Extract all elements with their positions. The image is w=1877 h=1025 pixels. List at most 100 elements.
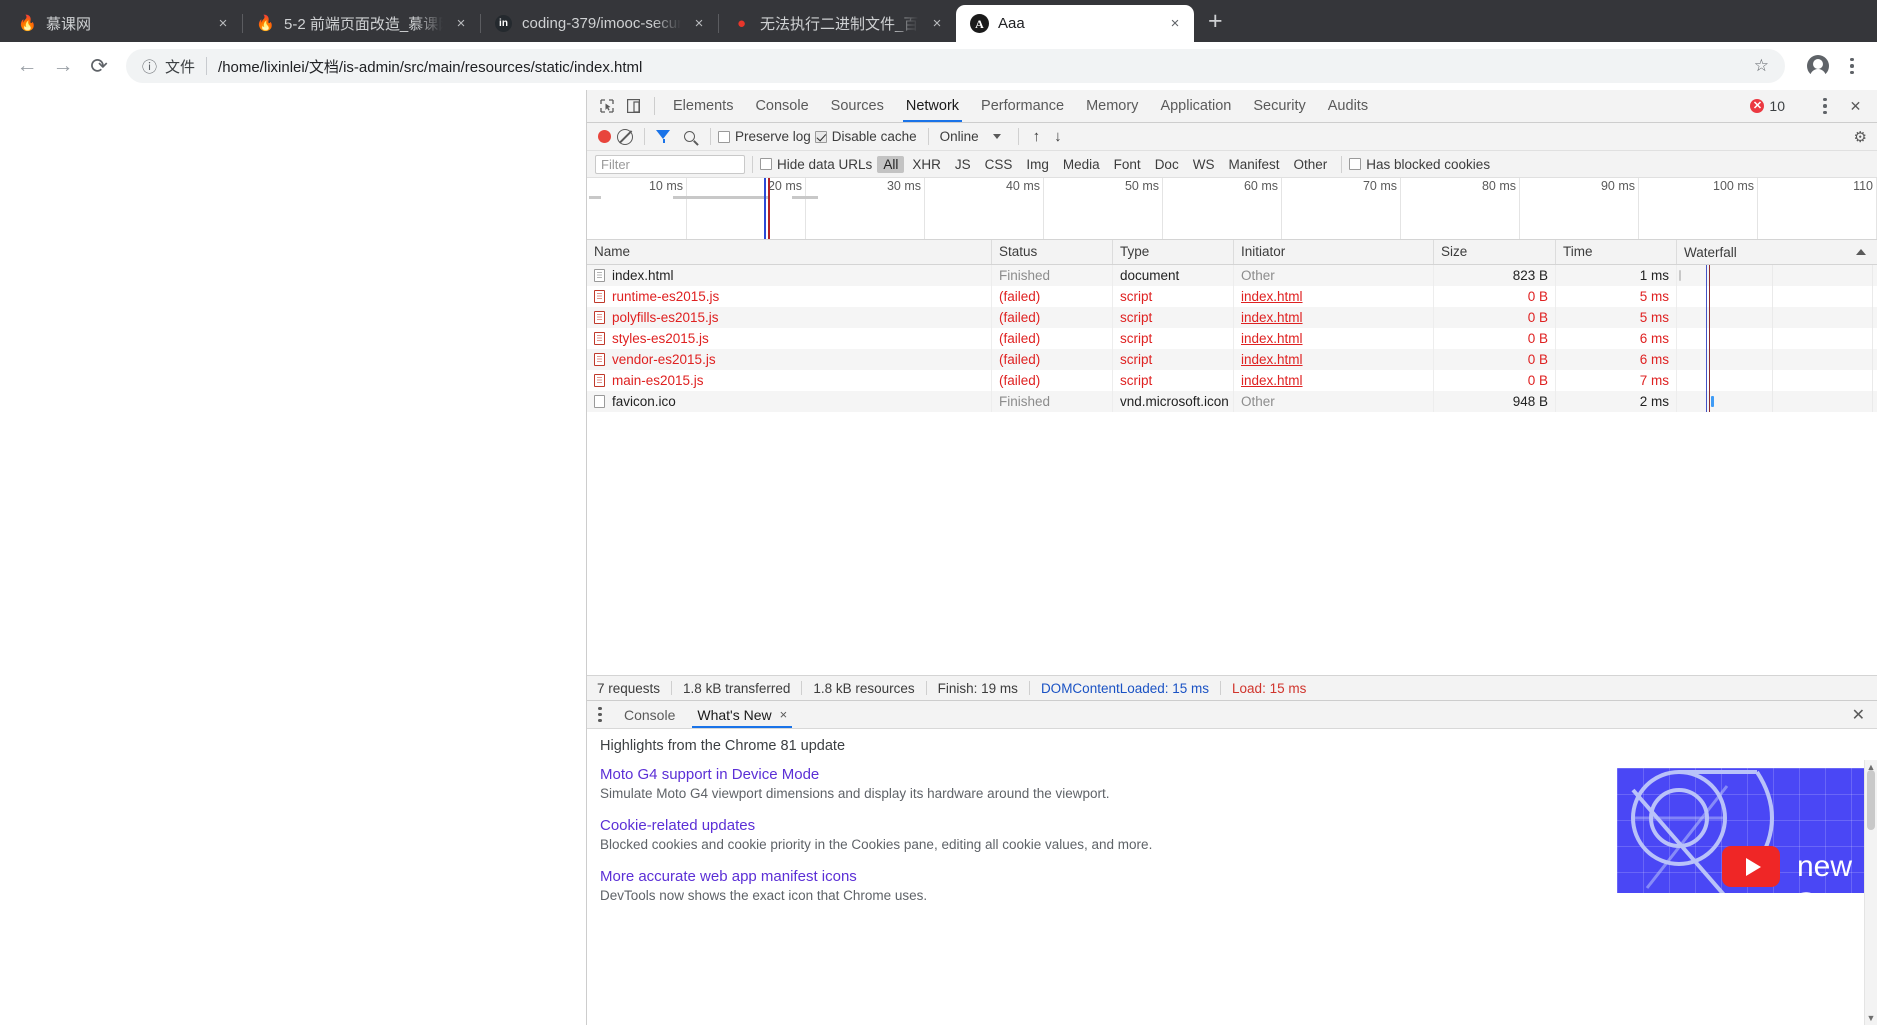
tab-application[interactable]: Application [1149,90,1242,122]
table-row[interactable]: vendor-es2015.js (failed) script index.h… [587,349,1877,370]
whats-new-item-title[interactable]: Moto G4 support in Device Mode [600,766,1200,783]
scroll-down-arrow-icon[interactable]: ▼ [1865,1013,1877,1023]
inspect-element-icon[interactable] [593,90,620,122]
tab-elements[interactable]: Elements [662,90,744,122]
filter-type-all[interactable]: All [877,155,905,173]
column-header-initiator[interactable]: Initiator [1234,240,1434,264]
tab-close-button[interactable]: × [1166,15,1184,32]
table-row[interactable]: runtime-es2015.js (failed) script index.… [587,286,1877,307]
reload-icon[interactable]: ⟳ [82,49,116,83]
filter-type-xhr[interactable]: XHR [906,156,947,173]
request-status: Finished [992,265,1113,286]
column-header-status[interactable]: Status [992,240,1113,264]
table-row[interactable]: main-es2015.js (failed) script index.htm… [587,370,1877,391]
table-row[interactable]: index.html Finished document Other 823 B… [587,265,1877,286]
request-initiator-link[interactable]: index.html [1241,310,1303,325]
search-icon[interactable] [684,131,695,142]
record-button[interactable] [598,130,611,143]
forward-icon[interactable]: → [46,49,80,83]
hide-data-urls-checkbox[interactable] [760,158,772,170]
table-row[interactable]: styles-es2015.js (failed) script index.h… [587,328,1877,349]
tab-close-button[interactable]: × [690,15,708,32]
devtools-close-icon[interactable]: ✕ [1842,98,1869,115]
request-time: 7 ms [1556,370,1677,391]
tab-security[interactable]: Security [1242,90,1316,122]
import-har-icon[interactable]: ↑ [1026,128,1048,145]
device-toolbar-icon[interactable] [620,90,647,122]
export-har-icon[interactable]: ↓ [1047,128,1069,145]
request-status: (failed) [992,286,1113,307]
column-header-time[interactable]: Time [1556,240,1677,264]
preserve-log-checkbox[interactable] [718,130,730,143]
chevron-down-icon[interactable] [992,134,1001,139]
browser-tab-5-active[interactable]: A Aaa × [956,5,1194,42]
drawer-tab-whats-new[interactable]: What's New × [686,701,798,728]
filter-type-ws[interactable]: WS [1187,156,1221,173]
filter-type-other[interactable]: Other [1287,156,1333,173]
devtools-more-icon[interactable] [1810,89,1840,123]
request-initiator-link[interactable]: index.html [1241,352,1303,367]
filter-type-doc[interactable]: Doc [1149,156,1185,173]
tab-memory[interactable]: Memory [1075,90,1149,122]
filter-type-manifest[interactable]: Manifest [1222,156,1285,173]
youtube-play-icon[interactable] [1722,846,1780,887]
filter-type-media[interactable]: Media [1057,156,1106,173]
browser-tab-2[interactable]: 🔥 5-2 前端页面改造_慕课网 × [242,5,480,42]
drawer-tab-console[interactable]: Console [613,701,686,728]
request-initiator-link[interactable]: index.html [1241,289,1303,304]
gear-icon[interactable]: ⚙ [1854,128,1869,146]
drawer-close-icon[interactable]: ✕ [1852,701,1877,728]
has-blocked-cookies-checkbox[interactable] [1349,158,1362,170]
tab-network[interactable]: Network [895,90,970,122]
drawer-scrollbar[interactable]: ▲ ▼ [1864,760,1877,1025]
clear-button[interactable] [617,128,633,145]
tab-console[interactable]: Console [744,90,819,122]
table-header-row: Name Status Type Initiator Size Time Wat… [587,240,1877,265]
tab-close-button[interactable]: × [214,15,232,32]
error-count-badge[interactable]: ✕ 10 [1750,98,1791,114]
whats-new-item-title[interactable]: More accurate web app manifest icons [600,868,1200,885]
overview-tick-label: 50 ms [1124,179,1159,193]
page-info-icon[interactable]: ⓘ [142,56,157,77]
drawer-tab-label: Console [624,706,676,723]
browser-tab-3[interactable]: in coding-379/imooc-security × [480,5,718,42]
request-time: 2 ms [1556,391,1677,412]
filter-type-css[interactable]: CSS [979,156,1019,173]
browser-tab-1[interactable]: 🔥 慕课网 × [4,5,242,42]
column-header-waterfall[interactable]: Waterfall [1677,240,1877,264]
filter-type-js[interactable]: JS [949,156,977,173]
drawer-tab-close-icon[interactable]: × [780,707,788,722]
request-initiator-link[interactable]: index.html [1241,373,1303,388]
tab-strip: 🔥 慕课网 × 🔥 5-2 前端页面改造_慕课网 × in coding-379… [0,0,1877,42]
browser-tab-4[interactable]: ● 无法执行二进制文件_百度 × [718,5,956,42]
drawer-menu-icon[interactable] [587,701,613,728]
table-row[interactable]: polyfills-es2015.js (failed) script inde… [587,307,1877,328]
scrollbar-thumb[interactable] [1867,770,1875,830]
bookmark-star-icon[interactable]: ☆ [1754,56,1769,76]
browser-window: 🔥 慕课网 × 🔥 5-2 前端页面改造_慕课网 × in coding-379… [0,0,1877,1025]
filter-input[interactable] [595,154,745,174]
throttle-select-value[interactable]: Online [940,129,979,144]
disable-cache-checkbox[interactable] [814,130,827,143]
kebab-menu-icon[interactable] [1837,49,1867,83]
table-row[interactable]: favicon.ico Finished vnd.microsoft.icon … [587,391,1877,412]
tab-close-button[interactable]: × [928,15,946,32]
column-header-size[interactable]: Size [1434,240,1556,264]
filter-type-img[interactable]: Img [1020,156,1055,173]
back-icon[interactable]: ← [10,49,44,83]
tab-close-button[interactable]: × [452,15,470,32]
column-header-type[interactable]: Type [1113,240,1234,264]
tab-performance[interactable]: Performance [970,90,1075,122]
whats-new-item-title[interactable]: Cookie-related updates [600,817,1200,834]
network-overview-timeline[interactable]: 10 ms 20 ms 30 ms 40 ms 50 ms 60 ms 70 m… [587,178,1877,240]
tab-audits[interactable]: Audits [1317,90,1379,122]
filter-type-font[interactable]: Font [1108,156,1147,173]
request-initiator-link[interactable]: index.html [1241,331,1303,346]
funnel-icon[interactable] [652,130,676,143]
whats-new-promo-image[interactable]: new Cut [1617,768,1877,893]
column-header-name[interactable]: Name [587,240,992,264]
new-tab-button[interactable]: + [1194,9,1235,42]
tab-sources[interactable]: Sources [820,90,895,122]
address-bar[interactable]: ⓘ 文件 /home/lixinlei/文档/is-admin/src/main… [126,49,1785,83]
avatar[interactable] [1801,49,1835,83]
